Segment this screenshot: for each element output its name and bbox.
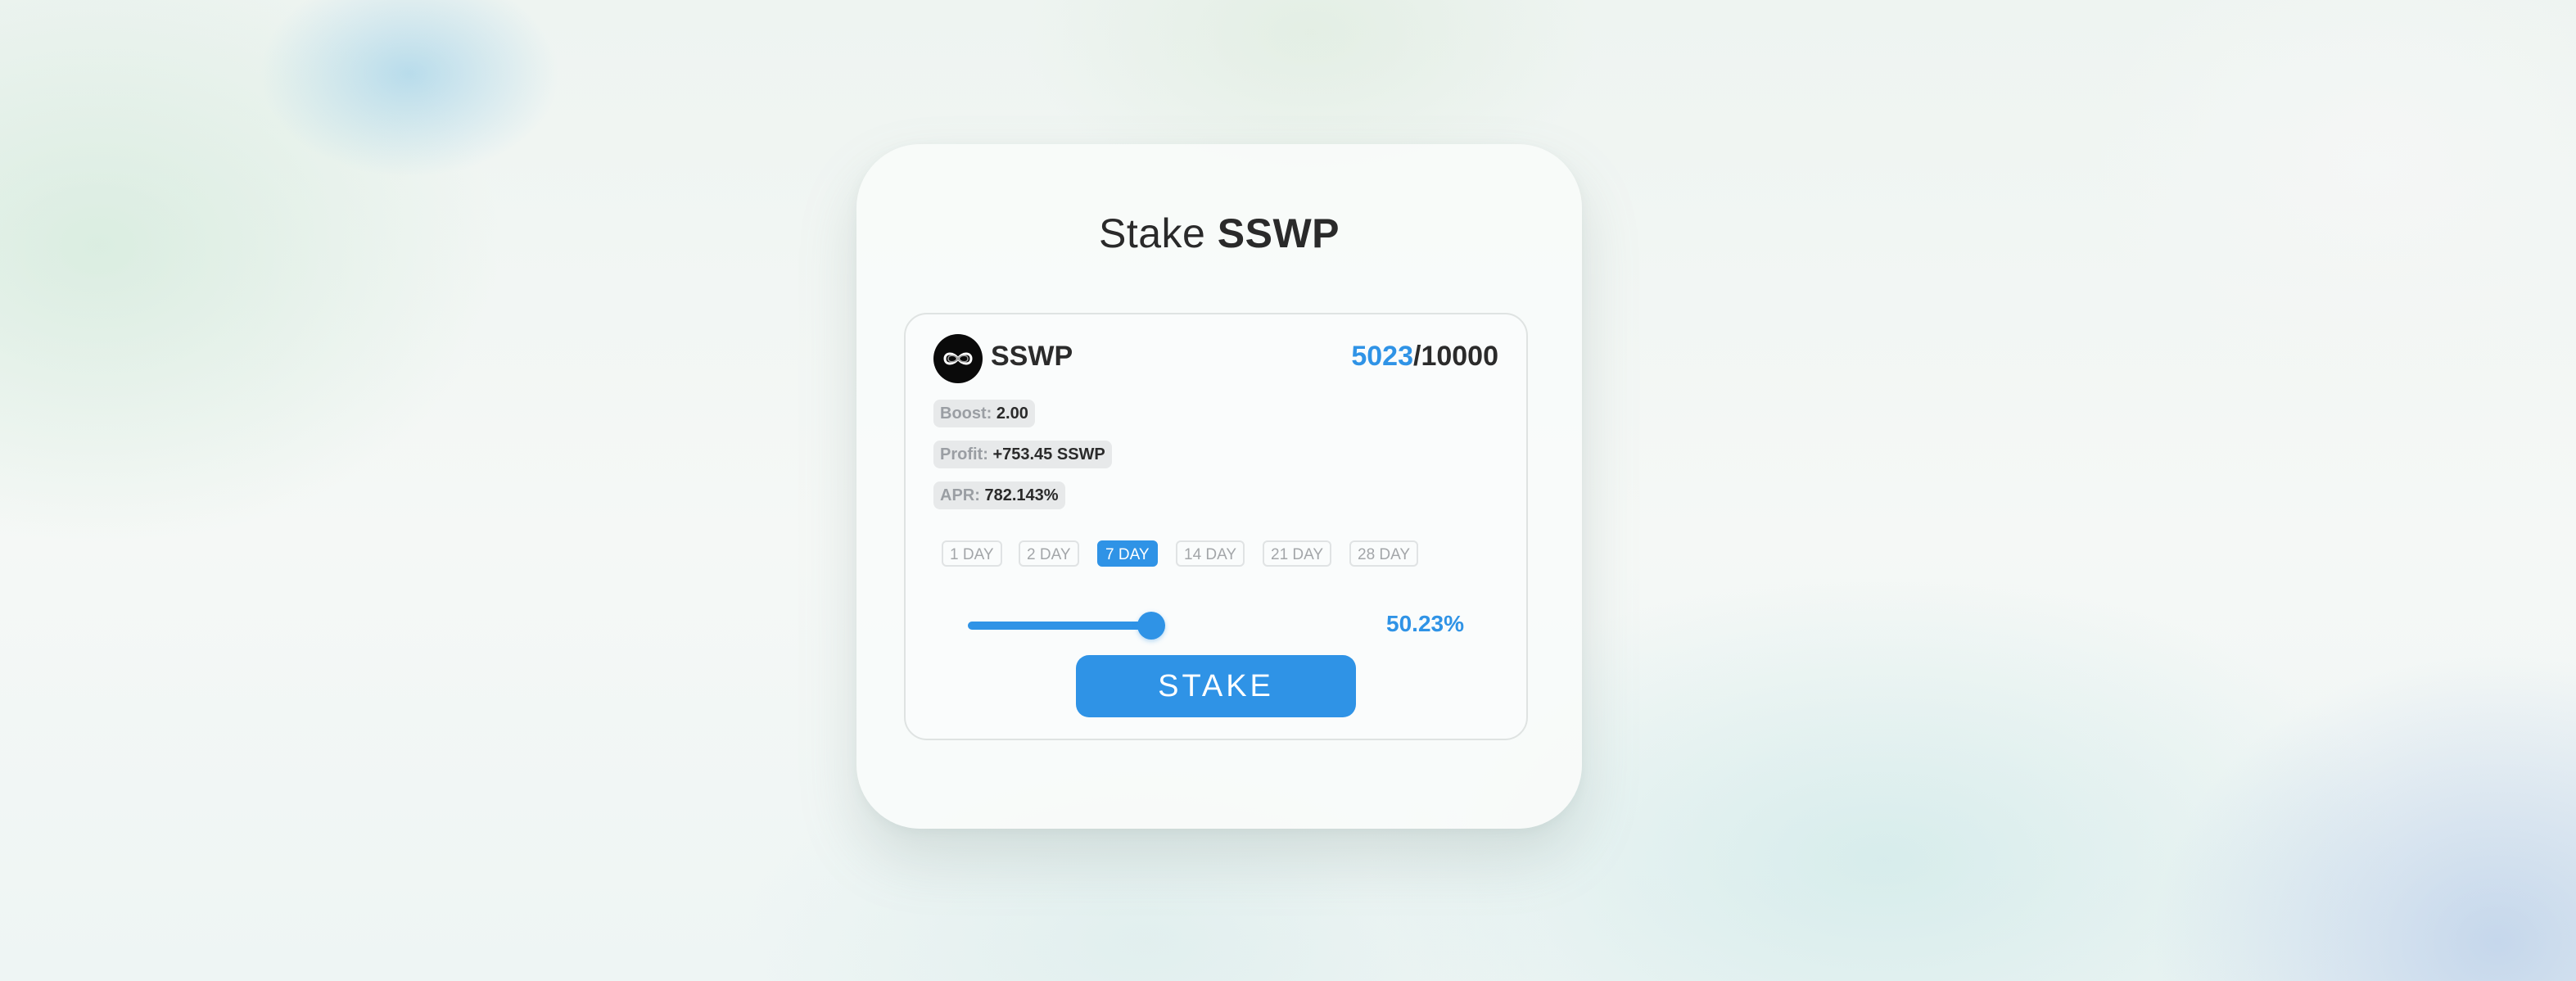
profit-badge: Profit: +753.45 SSWP <box>933 441 1112 468</box>
title-prefix: Stake <box>1098 210 1206 256</box>
boost-value: 2.00 <box>996 405 1028 423</box>
apr-label: APR: <box>940 486 980 504</box>
profit-label: Profit: <box>940 445 988 463</box>
stake-card: Stake SSWP SSWP 5023/10000 Boost: 2.00 P… <box>856 144 1582 829</box>
infinity-icon <box>933 334 983 383</box>
boost-label: Boost: <box>940 405 992 423</box>
apr-value: 782.143% <box>984 486 1059 504</box>
stake-panel: SSWP 5023/10000 Boost: 2.00 Profit: +753… <box>904 313 1528 740</box>
duration-option-14-day[interactable]: 14 DAY <box>1176 540 1245 567</box>
stake-percent-value: 50.23% <box>1386 611 1464 636</box>
slider-fill <box>968 622 1151 630</box>
duration-option-1-day[interactable]: 1 DAY <box>942 540 1002 567</box>
token-name: SSWP <box>991 341 1073 372</box>
duration-option-28-day[interactable]: 28 DAY <box>1349 540 1419 567</box>
amount-current: 5023 <box>1351 341 1413 372</box>
slider-thumb[interactable] <box>1137 612 1165 640</box>
duration-selector: 1 DAY 2 DAY 7 DAY 14 DAY 21 DAY 28 DAY <box>906 540 1526 570</box>
apr-badge: APR: 782.143% <box>933 481 1065 509</box>
duration-option-21-day[interactable]: 21 DAY <box>1263 540 1332 567</box>
boost-badge: Boost: 2.00 <box>933 400 1035 427</box>
stake-percent-slider[interactable] <box>968 609 1165 642</box>
profit-value: +753.45 SSWP <box>992 445 1105 463</box>
stake-amount: 5023/10000 <box>1351 341 1498 373</box>
duration-option-7-day[interactable]: 7 DAY <box>1097 540 1158 567</box>
amount-total: 10000 <box>1421 341 1498 372</box>
stake-button[interactable]: STAKE <box>1076 655 1356 717</box>
page-title: Stake SSWP <box>856 210 1582 257</box>
title-token: SSWP <box>1217 210 1340 256</box>
duration-option-2-day[interactable]: 2 DAY <box>1019 540 1079 567</box>
